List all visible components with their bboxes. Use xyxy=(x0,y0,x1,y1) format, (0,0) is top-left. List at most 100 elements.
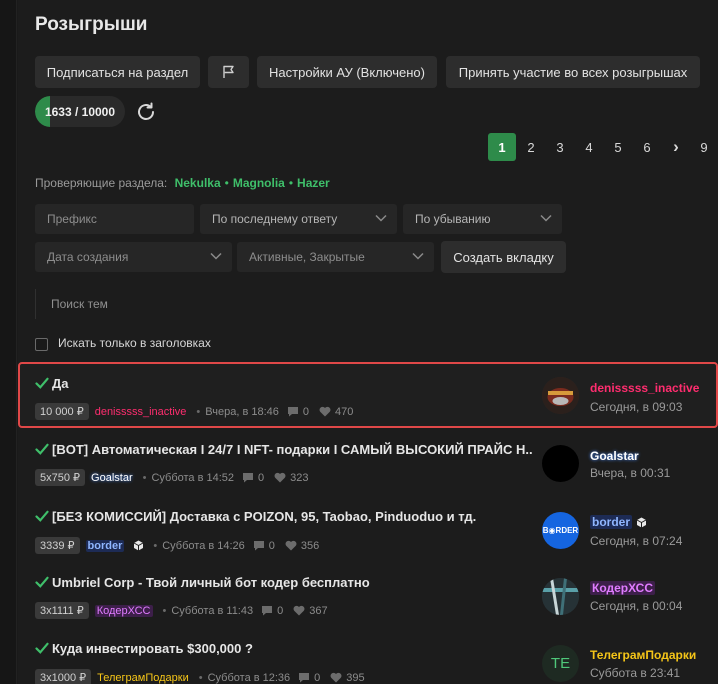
page-9[interactable]: 9 xyxy=(692,133,716,161)
comment-icon xyxy=(253,541,264,551)
chevron-down-icon xyxy=(412,252,424,260)
reply-count: 0 xyxy=(268,539,275,552)
last-poster[interactable]: Goalstar xyxy=(590,449,639,463)
reviewer-link[interactable]: Magnolia xyxy=(233,176,285,190)
chevron-down-icon xyxy=(375,214,387,222)
order-select[interactable]: По убыванию xyxy=(403,204,562,234)
thread-created: Суббота в 12:36 xyxy=(207,671,291,684)
chevron-down-icon xyxy=(210,252,222,260)
prefix-filter[interactable]: Префикс xyxy=(35,204,194,234)
last-post-time: Сегодня, в 07:24 xyxy=(590,534,683,548)
avatar-image xyxy=(542,377,579,414)
thread-created: Суббота в 14:52 xyxy=(151,471,235,484)
thread-title[interactable]: [БЕЗ КОМИССИЙ] Доставка с POIZON, 95, Ta… xyxy=(52,509,476,524)
last-poster-name[interactable]: КодерХСС xyxy=(590,581,655,595)
reviewer-link[interactable]: Hazer xyxy=(297,176,330,190)
prize-badge: 3x1000 ₽ xyxy=(35,669,92,684)
reviewers-label: Проверяющие раздела: xyxy=(35,176,168,190)
create-tab-button[interactable]: Создать вкладку xyxy=(441,241,566,273)
prize-badge: 3339 ₽ xyxy=(35,537,80,554)
like-count: 395 xyxy=(346,671,365,684)
page-2[interactable]: 2 xyxy=(519,133,543,161)
au-settings-button[interactable]: Настройки АУ (Включено) xyxy=(257,56,437,88)
last-poster-name[interactable]: denisssss_inactive xyxy=(590,381,699,395)
date-select-value: Дата создания xyxy=(47,250,129,264)
date-select[interactable]: Дата создания xyxy=(35,242,232,272)
next-page-button[interactable]: › xyxy=(664,133,688,161)
thread-title[interactable]: Куда инвестировать $300,000 ? xyxy=(52,641,253,656)
avatar[interactable] xyxy=(542,578,579,615)
checkmark-icon xyxy=(35,642,49,654)
page: Розыгрыши Подписаться на раздел Настройк… xyxy=(0,0,718,684)
last-poster-name[interactable]: border xyxy=(590,515,633,529)
flag-button[interactable] xyxy=(208,56,249,88)
thread-author[interactable]: denisssss_inactive xyxy=(95,406,187,418)
last-poster-name[interactable]: ТелеграмПодарки xyxy=(590,648,696,662)
page-1[interactable]: 1 xyxy=(488,133,516,161)
last-poster[interactable]: denisssss_inactive xyxy=(590,381,699,395)
thread-title[interactable]: Umbriel Corp - Твой личный бот кодер бес… xyxy=(52,575,370,590)
reviewer-link[interactable]: Nekulka xyxy=(175,176,221,190)
status-select-value: Активные, Закрытые xyxy=(249,250,365,264)
thread-author[interactable]: ТелеграмПодарки xyxy=(97,672,189,684)
avatar[interactable] xyxy=(542,377,579,414)
page-4[interactable]: 4 xyxy=(577,133,601,161)
last-post-time: Сегодня, в 09:03 xyxy=(590,400,683,414)
last-poster-name[interactable]: Goalstar xyxy=(590,449,639,463)
checkmark-icon xyxy=(35,377,49,389)
thread-meta: 5x750 ₽ Goalstar • Суббота в 14:52 0 323 xyxy=(35,469,309,486)
prize-badge: 5x750 ₽ xyxy=(35,469,86,486)
refresh-icon[interactable] xyxy=(134,100,158,124)
avatar[interactable]: B◉RDER xyxy=(542,512,579,549)
page-3[interactable]: 3 xyxy=(548,133,572,161)
thread-author[interactable]: Goalstar xyxy=(91,472,133,484)
page-6[interactable]: 6 xyxy=(635,133,659,161)
avatar[interactable] xyxy=(542,445,579,482)
checkmark-icon xyxy=(35,576,49,588)
thread-title[interactable]: [BOT] Автоматическая I 24/7 I NFT- подар… xyxy=(52,442,532,457)
heart-icon xyxy=(293,605,305,616)
last-post-time: Вчера, в 00:31 xyxy=(590,466,671,480)
heart-icon xyxy=(319,406,331,417)
reply-count: 0 xyxy=(258,471,265,484)
thread-meta: 3x1000 ₽ ТелеграмПодарки • Суббота в 12:… xyxy=(35,669,365,684)
comment-icon xyxy=(299,673,310,683)
titles-only-checkbox[interactable] xyxy=(35,338,48,351)
checkmark-icon xyxy=(35,510,49,522)
join-all-button[interactable]: Принять участие во всех розыгрышах xyxy=(446,56,700,88)
titles-only-label: Искать только в заголовках xyxy=(58,336,211,350)
avatar-image xyxy=(542,578,579,615)
thread-meta: 3x1111 ₽ КодерХСС • Суббота в 11:43 0 36… xyxy=(35,602,328,619)
prize-badge: 10 000 ₽ xyxy=(35,403,89,420)
like-count: 323 xyxy=(290,471,309,484)
sort-select-value: По последнему ответу xyxy=(212,212,338,226)
heart-icon xyxy=(285,540,297,551)
last-post-time: Сегодня, в 00:04 xyxy=(590,599,683,613)
heart-icon xyxy=(274,472,286,483)
avatar[interactable]: TE xyxy=(542,645,579,682)
like-count: 367 xyxy=(309,604,328,617)
checkmark-icon xyxy=(35,443,49,455)
sort-select[interactable]: По последнему ответу xyxy=(200,204,397,234)
cube-icon xyxy=(636,517,647,528)
thread-meta: 3339 ₽ border • Суббота в 14:26 0 356 xyxy=(35,537,319,554)
reply-count: 0 xyxy=(314,671,321,684)
comment-icon xyxy=(287,407,298,417)
progress-text: 1633 / 10000 xyxy=(44,104,116,119)
page-5[interactable]: 5 xyxy=(606,133,630,161)
cube-icon xyxy=(134,540,144,551)
thread-created: Суббота в 14:26 xyxy=(162,539,245,552)
avatar-text: B◉RDER xyxy=(542,526,579,535)
participation-progress: 1633 / 10000 xyxy=(35,96,125,127)
status-select[interactable]: Активные, Закрытые xyxy=(237,242,434,272)
search-input[interactable]: Поиск тем xyxy=(35,289,718,319)
last-poster[interactable]: КодерХСС xyxy=(590,581,655,595)
last-poster[interactable]: ТелеграмПодарки xyxy=(590,648,696,662)
last-poster[interactable]: border xyxy=(590,515,647,529)
subscribe-button[interactable]: Подписаться на раздел xyxy=(35,56,200,88)
thread-author[interactable]: border xyxy=(85,539,125,552)
thread-author[interactable]: КодерХСС xyxy=(94,604,153,617)
flag-icon xyxy=(222,65,234,78)
last-post-time: Суббота в 23:41 xyxy=(590,666,681,680)
thread-title[interactable]: Да xyxy=(52,376,69,391)
